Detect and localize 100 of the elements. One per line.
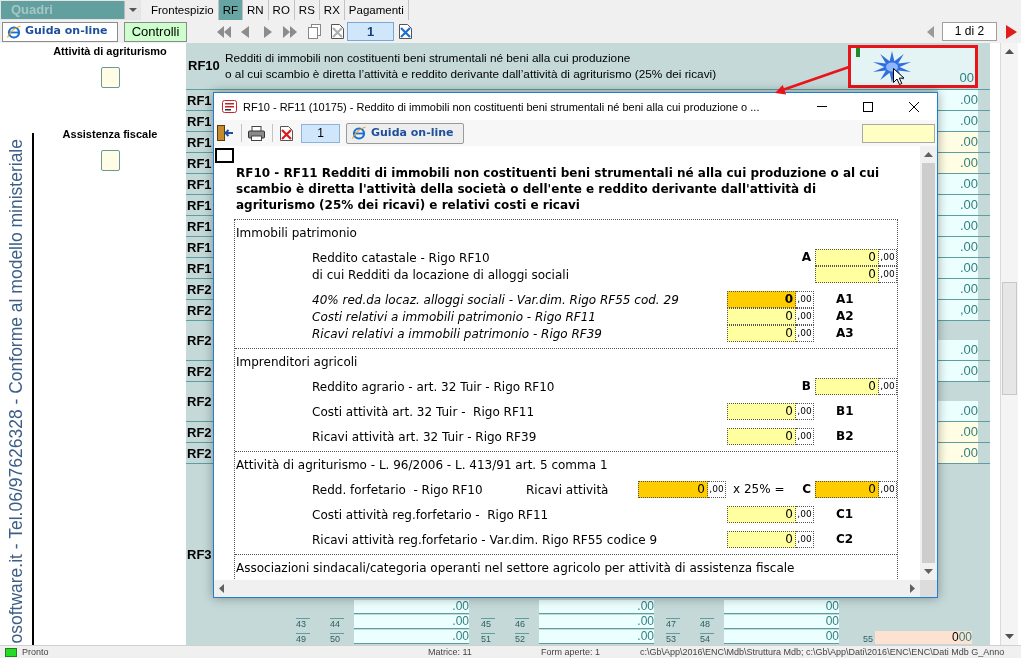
input-field[interactable] <box>862 123 935 143</box>
minimize-icon <box>817 106 827 107</box>
amount-field: 00 <box>724 630 839 644</box>
delete-document-icon[interactable] <box>331 24 344 39</box>
field-number: 50 <box>330 633 344 644</box>
last-page-icon[interactable] <box>283 25 297 38</box>
previous-page-icon[interactable] <box>241 25 249 38</box>
tab[interactable]: Pagamenti <box>344 0 409 20</box>
status-text: c:\Gb\App\2016\ENC\Mdb\Struttura Mdb; c:\Gb\App\Dati\2016\ENC\ENC\Dati Mdb G_Anno <box>640 646 1005 657</box>
field-number: 43 <box>296 618 310 629</box>
row-description: Redditi di immobili non costituenti beni strumentali né beni alla cui produzione <box>225 50 631 66</box>
row-code: B1 <box>836 404 854 419</box>
page-number-field[interactable]: 1 <box>347 22 394 41</box>
row-code: C1 <box>836 507 854 522</box>
help-button[interactable]: Guida on-line <box>346 122 464 144</box>
field-number: 47 <box>666 618 680 629</box>
tab[interactable]: RS <box>294 0 320 20</box>
highlighted-field[interactable]: 00 <box>848 45 978 88</box>
value-field[interactable]: .00 <box>938 443 978 463</box>
row-description: o al cui scambio è diretta l’attività e reddito derivante dall’attività di agriturismo (25% dei ricavi) <box>225 66 717 82</box>
value-field[interactable]: .00 <box>938 361 978 381</box>
check-button[interactable]: Controlli <box>124 21 187 42</box>
value-field[interactable]: .00 <box>938 279 978 299</box>
row-code: A2 <box>836 309 854 324</box>
field-number: 46 <box>515 618 529 629</box>
tab[interactable]: RN <box>243 0 269 20</box>
value-field[interactable]: ,00 <box>938 300 978 320</box>
tab[interactable]: Frontespizio <box>147 0 219 20</box>
row-code: RF2 <box>187 424 212 440</box>
vertical-scrollbar[interactable] <box>920 146 937 580</box>
row-label: Ricavi relativi a immobili patrimonio - Rigo RF39 <box>312 327 602 341</box>
value-field[interactable]: .00 <box>938 237 978 257</box>
checkbox[interactable] <box>100 67 120 88</box>
page-indicator: 1 di 2 <box>942 22 997 41</box>
value-field[interactable]: .00 <box>938 401 978 421</box>
window-title: RF10 - RF11 (10175) - Reddito di immobili non costituenti beni strumentali né beni alla cui produzione o ... <box>243 99 761 114</box>
value-field[interactable]: .00 <box>938 258 978 278</box>
value-field[interactable]: .00 <box>938 216 978 236</box>
field-number: 51 <box>481 633 495 644</box>
row-label: 40% red.da locaz. alloggi sociali - Var.dim. Rigo RF55 cod. 29 <box>312 293 679 307</box>
scroll-left-icon[interactable] <box>219 584 224 593</box>
section-title: Imprenditori agricoli <box>235 355 358 370</box>
value-field[interactable]: .00 <box>938 153 978 173</box>
scroll-right-icon[interactable] <box>910 584 915 593</box>
scroll-up-icon[interactable] <box>1005 49 1014 54</box>
scroll-up-icon[interactable] <box>924 152 933 157</box>
amount-field: 000 <box>875 631 972 644</box>
row-code: RF2 <box>187 363 212 379</box>
previous-form-icon[interactable] <box>927 25 934 38</box>
row-label: di cui Redditi da locazione di alloggi sociali <box>312 268 569 282</box>
value-field[interactable]: .00 <box>938 174 978 194</box>
row-code: A <box>801 250 811 265</box>
ring-logo-icon <box>352 126 366 140</box>
value-field[interactable]: .00 <box>938 340 978 360</box>
value-field[interactable]: .00 <box>938 422 978 442</box>
scroll-down-icon[interactable] <box>1005 634 1014 639</box>
tab[interactable]: RO <box>268 0 295 20</box>
formula-text: x 25% = <box>733 482 785 497</box>
delete-document-icon[interactable] <box>280 125 293 141</box>
row-code: RF3 <box>187 547 212 562</box>
field-number: 44 <box>330 618 344 629</box>
page-scrollbar[interactable] <box>1000 43 1018 645</box>
copy-document-icon[interactable] <box>308 24 321 39</box>
status-text: Pronto <box>22 646 49 657</box>
value-field[interactable]: .00 <box>938 132 978 152</box>
row-code: RF1 <box>187 260 212 276</box>
row-code: RF2 <box>187 302 212 318</box>
section-title: Attività di agriturismo - L. 96/2006 - L. 413/91 art. 5 comma 1 <box>235 458 608 473</box>
scrollbar-thumb[interactable] <box>1002 282 1017 395</box>
horizontal-scrollbar[interactable] <box>214 580 920 597</box>
selection-box <box>215 148 234 163</box>
row-label: Reddito agrario - art. 32 Tuir - Rigo RF10 <box>312 380 555 394</box>
tab[interactable]: RF <box>218 0 243 20</box>
tab[interactable]: RX <box>319 0 345 20</box>
scrollbar-corner <box>920 580 937 597</box>
page-number-field[interactable]: 1 <box>301 123 340 143</box>
first-page-icon[interactable] <box>217 25 231 38</box>
form-heading: RF10 - RF11 Redditi di immobili non costituenti beni strumentali né alla cui produzione o al cui scambio è diretta l'attività della società o dell'ente e reddito derivante dall'attività di agriturismo (25% dei ricavi) e relativi costi e ricavi <box>236 165 881 213</box>
scrollbar-thumb[interactable] <box>922 163 935 563</box>
next-form-icon[interactable] <box>1006 24 1017 39</box>
value-field[interactable]: .00 <box>938 111 978 131</box>
checkbox[interactable] <box>100 150 120 171</box>
document-cross-icon[interactable] <box>399 24 412 39</box>
vertical-note: osoftware.it - Tel.06/97626328 - Conforme al modello ministeriale <box>5 139 27 644</box>
value-field[interactable]: .00 <box>938 195 978 215</box>
row-code: B <box>801 379 811 394</box>
row-code: C2 <box>836 532 854 547</box>
amount-field: .00 <box>354 600 469 614</box>
amount-field: .00 <box>354 615 469 629</box>
printer-icon[interactable] <box>248 125 265 141</box>
section-title: Associazioni sindacali/categoria operanti nel settore agricolo per attività di assistenza fiscale <box>235 561 795 576</box>
value-field[interactable]: .00 <box>938 90 978 110</box>
scroll-down-icon[interactable] <box>924 569 933 574</box>
status-text: Matrice: 11 <box>428 646 472 657</box>
row-code: RF10 <box>188 57 220 76</box>
field-label: Ricavi attività <box>526 483 609 497</box>
next-page-icon[interactable] <box>264 25 272 38</box>
row-code: RF2 <box>187 445 212 461</box>
help-button[interactable]: Guida on-line <box>2 21 118 42</box>
exit-door-icon[interactable] <box>217 125 234 141</box>
